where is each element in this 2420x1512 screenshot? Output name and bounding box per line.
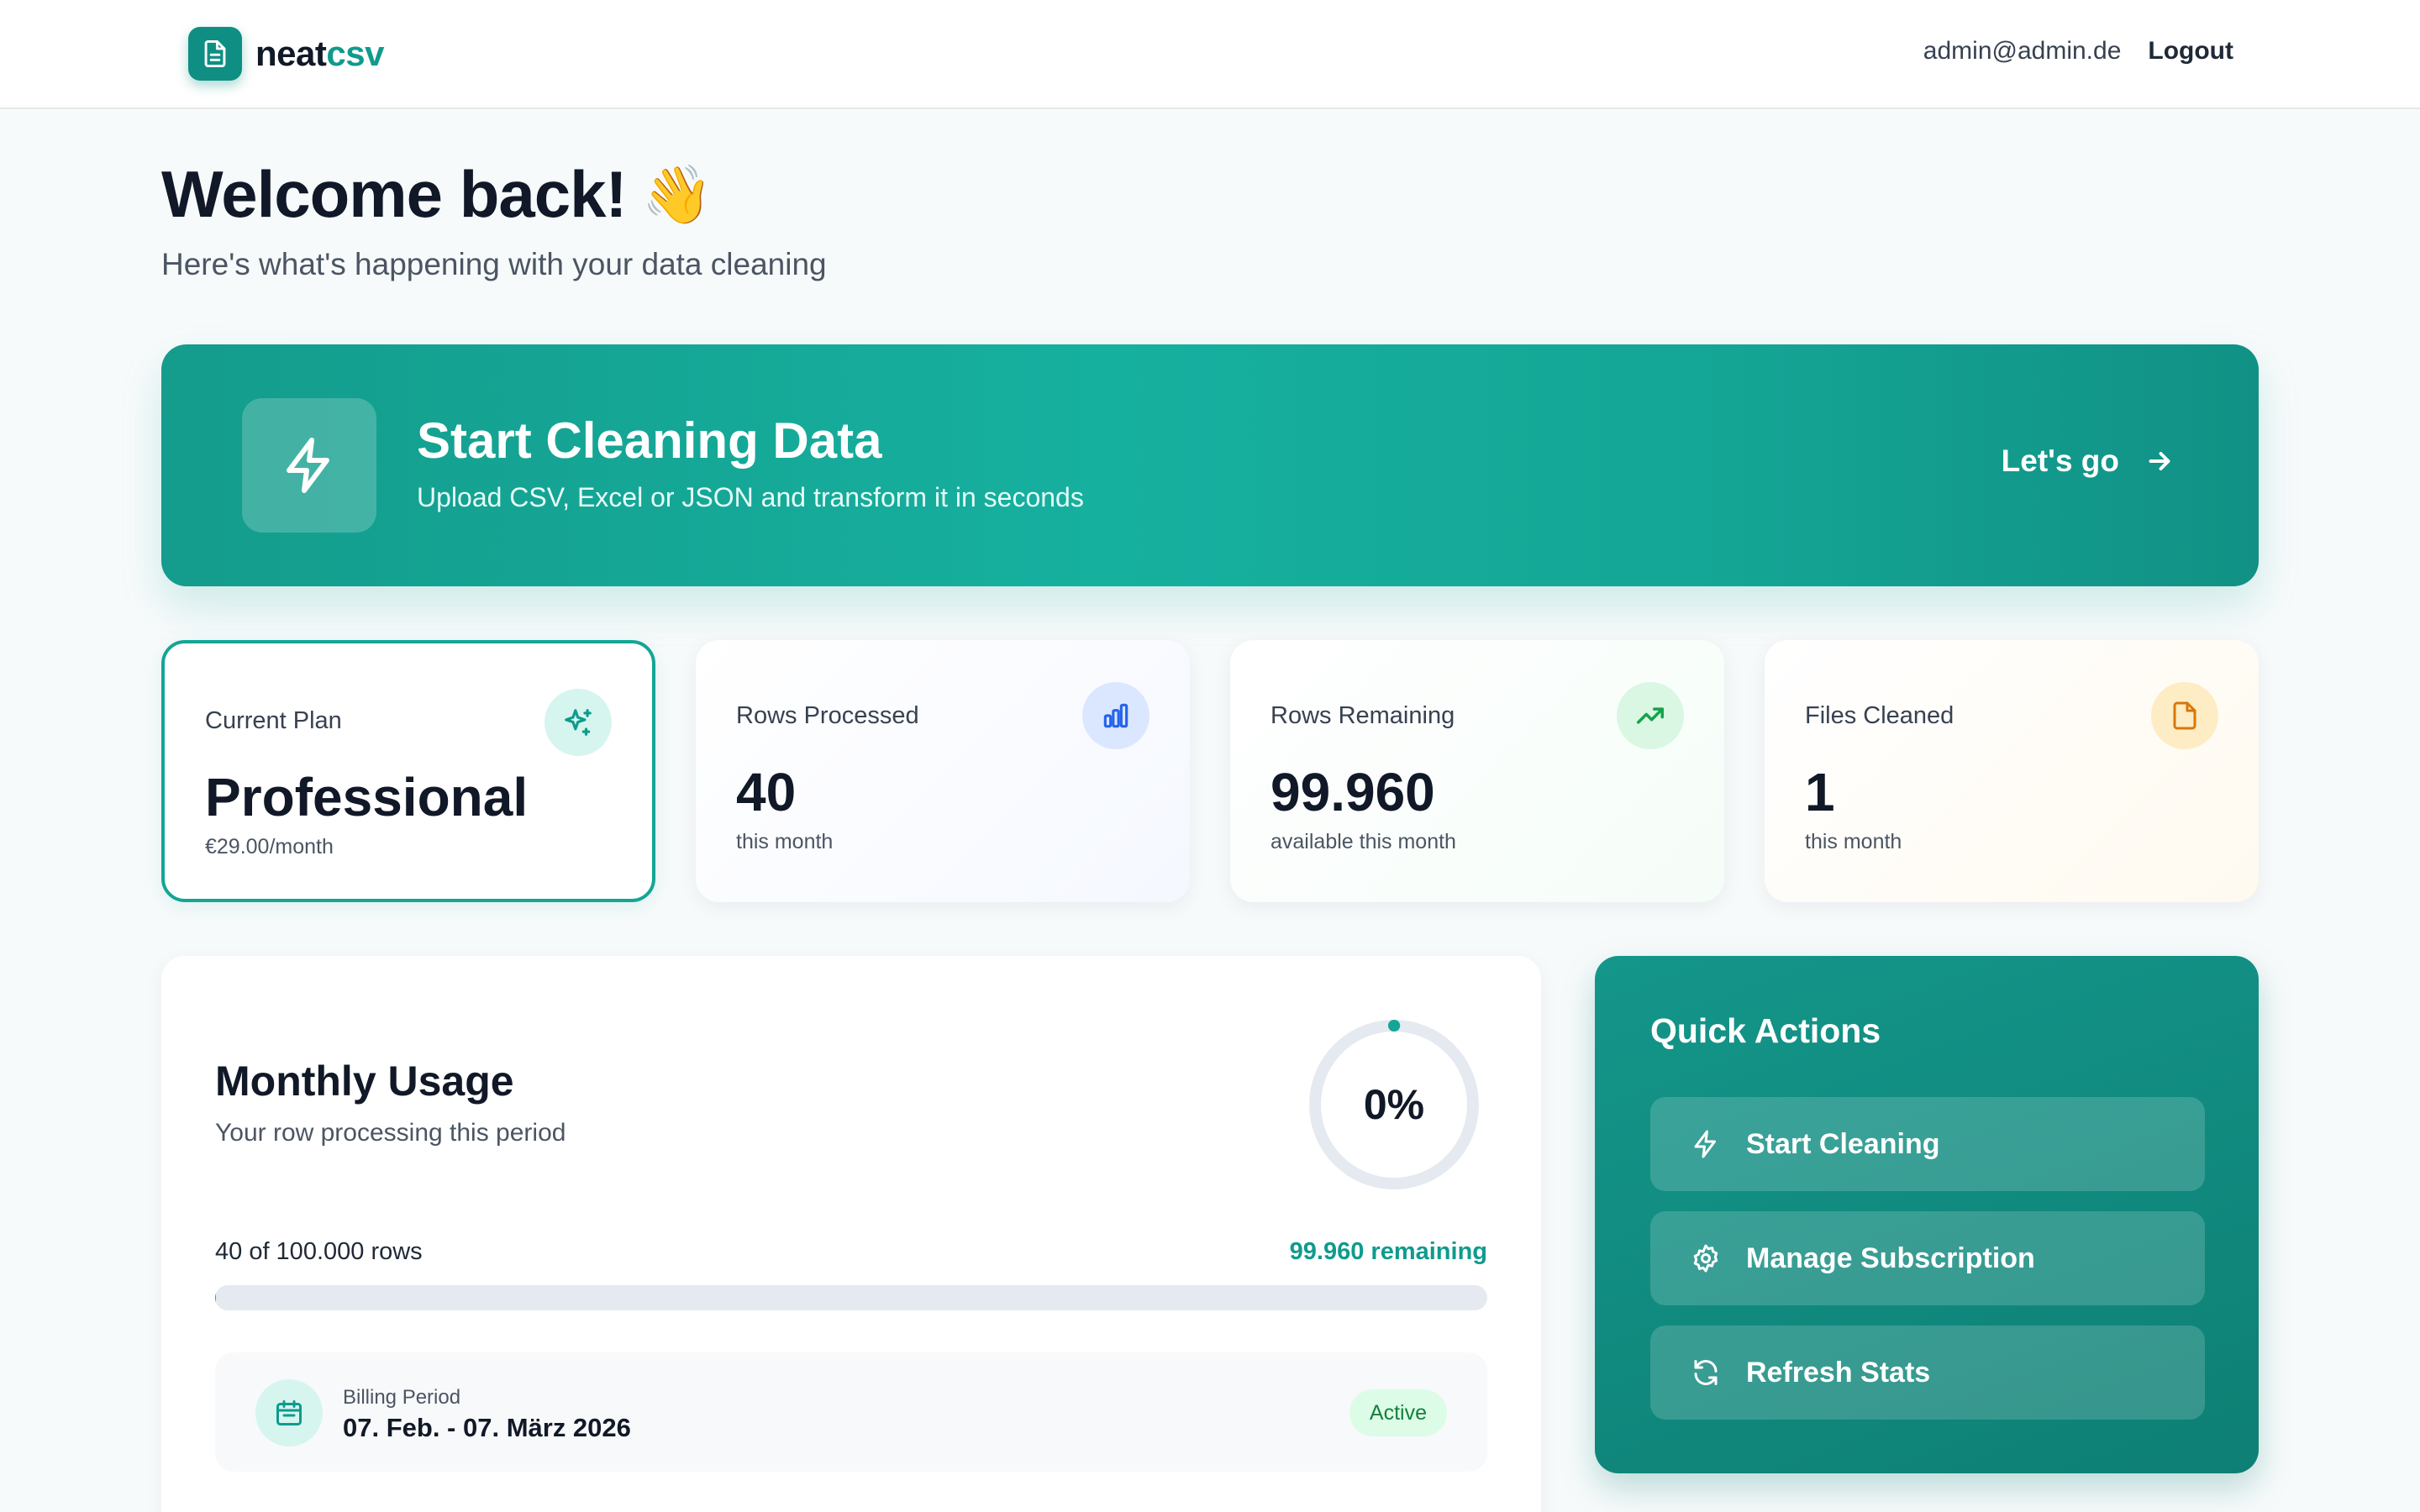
manage-subscription-label: Manage Subscription [1746,1242,2035,1274]
logout-link[interactable]: Logout [2148,37,2233,66]
app-name-part1: neat [255,34,327,73]
start-cleaning-banner[interactable]: Start Cleaning Data Upload CSV, Excel or… [161,344,2259,586]
start-cleaning-button[interactable]: Start Cleaning [1650,1097,2205,1191]
files-cleaned-note: this month [1805,830,1902,853]
app-logo[interactable]: neatcsv [188,27,384,81]
files-cleaned-value: 1 [1805,762,1835,822]
user-navigation: admin@admin.de Logout [1923,37,2233,66]
lightning-icon [1691,1129,1721,1159]
rows-remaining-text: 99.960 remaining [1289,1238,1487,1265]
usage-progress-fill [215,1285,216,1310]
monthly-usage-panel: Monthly Usage Your row processing this p… [161,956,1541,1512]
banner-title: Start Cleaning Data [417,412,882,469]
plan-name: Professional [205,767,529,827]
lets-go-label: Let's go [2001,444,2119,478]
start-cleaning-label: Start Cleaning [1746,1127,1940,1160]
page-title: Welcome back! [161,157,627,231]
document-logo-icon [188,27,242,81]
rows-remaining-label: Rows Remaining [1270,702,1455,729]
rows-used-text: 40 of 100.000 rows [215,1238,423,1265]
waving-hand-icon: 👋 [641,162,713,227]
plan-label: Current Plan [205,707,342,734]
arrow-right-icon [2149,452,2170,470]
app-name: neatcsv [255,34,384,74]
lets-go-button[interactable]: Let's go [2002,444,2175,479]
quick-actions-title: Quick Actions [1650,1011,1881,1050]
current-plan-card: Current Plan Professional €29.00/month [161,640,655,902]
rows-processed-label: Rows Processed [736,702,919,729]
status-badge: Active [1349,1389,1447,1436]
calendar-icon [255,1379,323,1446]
rows-processed-card: Rows Processed 40 this month [696,640,1190,902]
refresh-icon [1691,1357,1721,1388]
files-cleaned-label: Files Cleaned [1805,702,1954,729]
plan-price: €29.00/month [205,835,334,858]
rows-remaining-note: available this month [1270,830,1456,853]
rows-remaining-card: Rows Remaining 99.960 available this mon… [1230,640,1724,902]
usage-percent: 0% [1363,1081,1425,1128]
monthly-usage-title: Monthly Usage [215,1058,514,1105]
files-cleaned-card: Files Cleaned 1 this month [1765,640,2259,902]
rows-processed-note: this month [736,830,834,853]
monthly-usage-subtitle: Your row processing this period [215,1119,566,1147]
refresh-stats-button[interactable]: Refresh Stats [1650,1326,2205,1420]
page-subtitle: Here's what's happening with your data c… [161,247,827,281]
rows-remaining-value: 99.960 [1270,762,1435,822]
user-email: admin@admin.de [1923,37,2122,65]
bar-chart-icon [1082,682,1150,749]
manage-subscription-button[interactable]: Manage Subscription [1650,1211,2205,1305]
refresh-stats-label: Refresh Stats [1746,1356,1931,1389]
sparkles-icon [544,689,612,756]
usage-progress-bar [215,1285,1487,1310]
trending-up-icon [1617,682,1684,749]
banner-subtitle: Upload CSV, Excel or JSON and transform … [417,482,1084,512]
billing-period-label: Billing Period [343,1386,461,1409]
top-navigation-bar: neatcsv admin@admin.de Logout [0,0,2420,109]
billing-period-box: Billing Period 07. Feb. - 07. März 2026 … [215,1352,1487,1472]
lightning-icon [242,398,376,533]
app-name-part2: csv [326,34,384,73]
billing-period-value: 07. Feb. - 07. März 2026 [343,1413,631,1442]
quick-actions-panel: Quick Actions Start Cleaning Manage Subs… [1595,956,2259,1473]
rows-processed-value: 40 [736,762,797,822]
file-icon [2151,682,2218,749]
welcome-heading: Welcome back! 👋 [161,156,713,233]
gear-icon [1691,1243,1721,1273]
